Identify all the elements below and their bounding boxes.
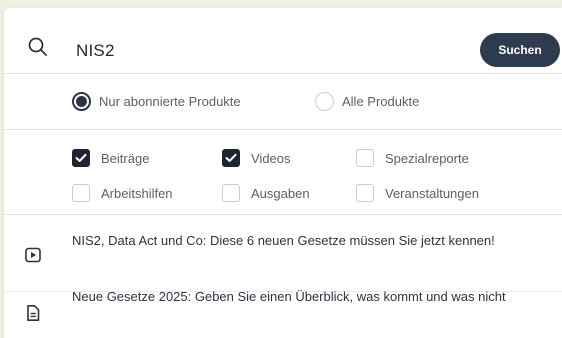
search-input[interactable]: NIS2 [76, 41, 115, 61]
content-type-filter: Beiträge Videos Spezialreporte Arbeitshi… [4, 130, 562, 215]
result-title[interactable]: NIS2, Data Act und Co: Diese 6 neuen Ges… [72, 231, 542, 251]
checkbox-label: Videos [251, 150, 291, 166]
radio-subscribed-products[interactable]: Nur abonnierte Produkte [72, 92, 241, 111]
checkbox-label: Veranstaltungen [385, 185, 479, 201]
checkbox-box[interactable] [72, 184, 90, 202]
result-title[interactable]: Neue Gesetze 2025: Geben Sie einen Überb… [72, 287, 542, 307]
checkbox-box-checked[interactable] [222, 149, 240, 167]
checkbox-box[interactable] [356, 149, 374, 167]
checkmark-icon [225, 153, 237, 162]
search-button[interactable]: Suchen [480, 33, 560, 67]
search-icon[interactable] [27, 36, 49, 58]
checkbox-beitraege[interactable]: Beiträge [72, 149, 149, 167]
document-icon [27, 305, 40, 321]
checkbox-spezialreporte[interactable]: Spezialreporte [356, 149, 469, 167]
checkbox-label: Ausgaben [251, 185, 310, 201]
checkbox-ausgaben[interactable]: Ausgaben [222, 184, 310, 202]
radio-label: Nur abonnierte Produkte [99, 94, 241, 109]
checkbox-arbeitshilfen[interactable]: Arbeitshilfen [72, 184, 173, 202]
checkbox-label: Spezialreporte [385, 150, 469, 166]
checkmark-icon [75, 153, 87, 162]
checkbox-videos[interactable]: Videos [222, 149, 291, 167]
radio-dot-checked[interactable] [72, 92, 91, 111]
checkbox-box[interactable] [222, 184, 240, 202]
checkbox-veranstaltungen[interactable]: Veranstaltungen [356, 184, 479, 202]
radio-dot[interactable] [315, 92, 334, 111]
search-bar: NIS2 Suchen [4, 8, 562, 74]
checkbox-box[interactable] [356, 184, 374, 202]
radio-all-products[interactable]: Alle Produkte [315, 92, 419, 111]
video-icon [25, 247, 41, 263]
checkbox-label: Beiträge [101, 150, 150, 166]
checkbox-label: Arbeitshilfen [101, 185, 173, 201]
checkbox-box-checked[interactable] [72, 149, 90, 167]
search-dropdown-panel: NIS2 Suchen Nur abonnierte Produkte Alle… [4, 8, 562, 338]
radio-label: Alle Produkte [342, 94, 420, 109]
scope-filter: Nur abonnierte Produkte Alle Produkte [4, 74, 562, 130]
